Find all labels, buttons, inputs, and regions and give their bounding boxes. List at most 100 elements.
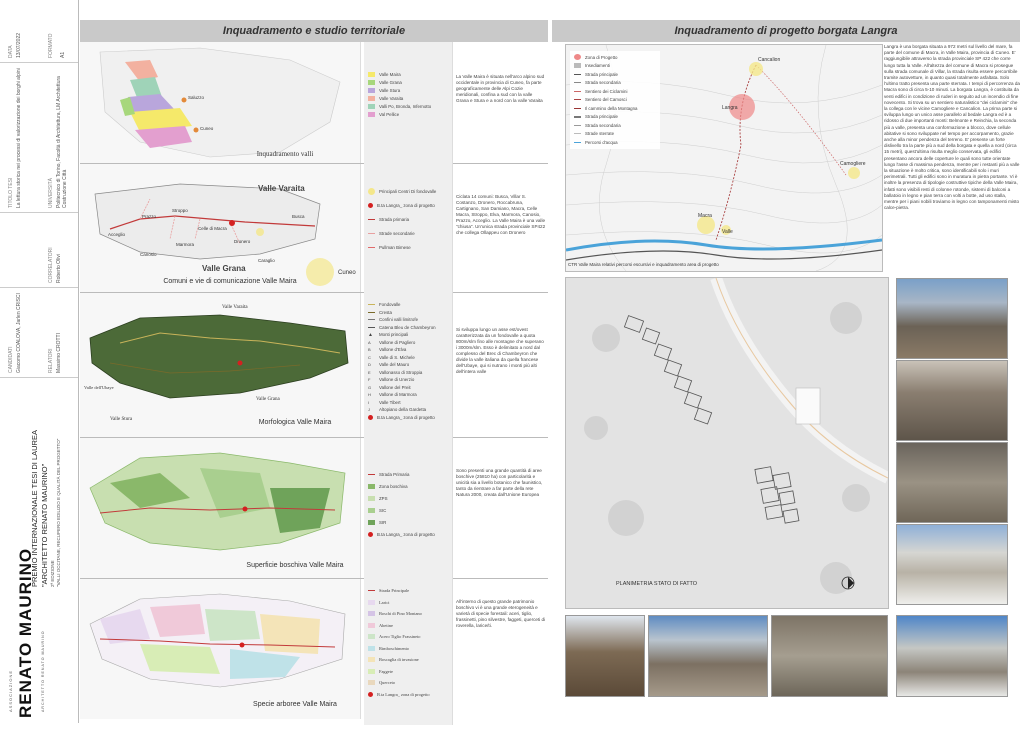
- assoc-logo-text: RENATO MAURINO: [16, 547, 35, 718]
- legend-item: Abetine: [368, 620, 452, 632]
- legend-label: B.ta Langra_ zona di progetto: [377, 691, 430, 697]
- legend-swatch: [574, 141, 581, 143]
- legend-item: Faggete: [368, 666, 452, 678]
- legend-swatch: A: [368, 339, 371, 345]
- legend-morfologica: Fondovalle Cresta Confini valli limitrof…: [364, 293, 453, 445]
- legend-swatch: [368, 202, 373, 208]
- format-label: FORMATO: [48, 33, 54, 58]
- legend-swatch: [368, 473, 375, 475]
- legend-item: Zona boschiva: [368, 480, 452, 492]
- legend-label: Percorsi d'acqua: [585, 139, 618, 145]
- legend-swatch: [574, 90, 581, 92]
- photo-ruin-mountain: [648, 615, 768, 697]
- ctr-legend: Zona di Progetto Insediamenti Strada pri…: [570, 51, 660, 149]
- legend-label: Zona boschiva: [379, 483, 408, 489]
- valleys-map-graphic: [99, 47, 341, 158]
- legend-swatch: [368, 483, 375, 489]
- photo-wooden-house: [565, 615, 645, 697]
- legend-label: Strade secondarie: [379, 230, 415, 236]
- legend-label: Il cammino della Montagna: [585, 105, 638, 111]
- panel-caption: Superficie boschiva Valle Maira: [246, 562, 344, 569]
- legend-swatch: [368, 311, 375, 313]
- legend-swatch: [368, 187, 375, 195]
- legend-swatch: [574, 82, 581, 84]
- legend-label: Vallone di Unerzio: [379, 377, 415, 383]
- legend-item: Strada Principale: [368, 585, 452, 597]
- map-label-marmora: Marmora: [176, 242, 195, 247]
- legend-label: Strada Primaria: [379, 471, 410, 477]
- legend-swatch: ▲: [368, 332, 373, 339]
- legend-swatch: [368, 668, 375, 674]
- morphology-map-graphic: [89, 314, 349, 399]
- legend-label: Vallone del Preit: [379, 384, 411, 390]
- ctr-map: Zona di Progetto Insediamenti Strada pri…: [565, 44, 883, 272]
- legend-label: Val Pellice: [379, 111, 400, 117]
- legend-label: Valle Maira: [379, 71, 401, 77]
- left-section-header: Inquadramento e studio territoriale: [80, 20, 548, 42]
- legend-label: Strada Principale: [379, 588, 410, 594]
- map-valleys: Saluzzo Cuneo Inquadramento valli: [80, 42, 361, 163]
- map-label-camogliere: Camogliere: [840, 161, 866, 167]
- legend-item: Cresta: [368, 309, 452, 317]
- site-plan: PLANIMETRIA STATO DI FATTO: [565, 277, 889, 609]
- panel-superficie-boschiva: Superficie boschiva Valle Maira Strada P…: [80, 438, 548, 608]
- legend-label: Strada secondaria: [585, 80, 621, 86]
- legend-label: Strada secondaria: [585, 122, 621, 128]
- map-label-cancalion: Cancalion: [758, 57, 781, 63]
- legend-item: Strada principale: [574, 70, 660, 79]
- legend-label: Valli Po, Bronda, Infernotto: [379, 103, 432, 109]
- legend-item: SIC: [368, 504, 452, 516]
- legend-item: Valle Stura: [368, 86, 452, 94]
- legend-item: Confini valli limitrofe: [368, 316, 452, 324]
- candidati-value: Giacomo COALOVA, Jarlen CRISCI: [16, 293, 22, 373]
- legend-item: B Vallone d'Elva: [368, 346, 452, 354]
- legend-item: Acero Tiglio Frassineto: [368, 631, 452, 643]
- legend-item: Valle Grana: [368, 78, 452, 86]
- legend-label: Faggete: [379, 668, 393, 674]
- legend-item: SIR: [368, 516, 452, 528]
- legend-item: G Vallone del Preit: [368, 384, 452, 392]
- legend-item: ▲ Monti principali: [368, 331, 452, 339]
- legend-label: B.ta Langra_ zona di progetto: [377, 531, 435, 537]
- panel-morfologica: Valle Varaita Valle dell'Ubaye Valle Gra…: [80, 293, 548, 445]
- legend-label: B.ta Langra_ zona di progetto: [377, 202, 435, 208]
- legend-label: Strada principale: [585, 114, 618, 120]
- legend-swatch: [368, 645, 375, 651]
- legend-item: Boscaglia di invasione: [368, 654, 452, 666]
- format-value: A1: [60, 51, 66, 58]
- candidati-cell: CANDIDATI Giacomo COALOVA, Jarlen CRISCI…: [0, 287, 78, 378]
- legend-swatch: [368, 634, 375, 640]
- legend-label: Abetine: [379, 622, 393, 628]
- legend-label: Strada primaria: [379, 216, 410, 222]
- legend-label: Boscaglia di invasione: [379, 657, 419, 663]
- map-label-valle-varaita: Valle Varaita: [258, 184, 305, 193]
- university-label: UNIVERSITÀ: [48, 177, 54, 208]
- legend-swatch: [574, 107, 581, 109]
- panel-caption: Comuni e vie di comunicazione Valle Mair…: [163, 278, 297, 285]
- legend-label: Valle Stura: [379, 87, 401, 93]
- legend-swatch: [368, 657, 375, 663]
- legend-swatch: E: [368, 369, 371, 375]
- date-value: 13/07/2022: [16, 32, 22, 58]
- map-label-macra: Macra: [698, 213, 712, 219]
- legend-swatch: H: [368, 392, 371, 398]
- legend-label: Monti principali: [379, 332, 409, 338]
- association-logo: ASSOCIAZIONE RENATO MAURINO ARCHITETTO R…: [0, 548, 78, 723]
- map-label-cuneo: Cuneo: [200, 126, 214, 131]
- legend-swatch: [368, 246, 375, 248]
- photo-village-roofs: [896, 278, 1008, 359]
- photo-snowy-ruins: [896, 615, 1008, 697]
- date-cell: DATA 13/07/2022 FORMATO A1: [0, 0, 78, 63]
- legend-item: Valle Varaita: [368, 94, 452, 102]
- legend-swatch: [368, 519, 375, 525]
- map-label-valle-grana: Valle Grana: [202, 264, 246, 273]
- legend-swatch: [574, 63, 581, 69]
- legend-item: Il cammino della Montagna: [574, 104, 660, 113]
- legend-item: Insediamenti: [574, 62, 660, 71]
- legend-item: Rimboschimento: [368, 643, 452, 655]
- legend-swatch: [368, 590, 375, 592]
- site-plan-graphic: [566, 278, 888, 608]
- map-boschiva: Superficie boschiva Valle Maira: [80, 438, 361, 578]
- legend-item: Strada secondaria: [574, 79, 660, 88]
- legend-label: Sentiero del Camosci: [585, 97, 627, 103]
